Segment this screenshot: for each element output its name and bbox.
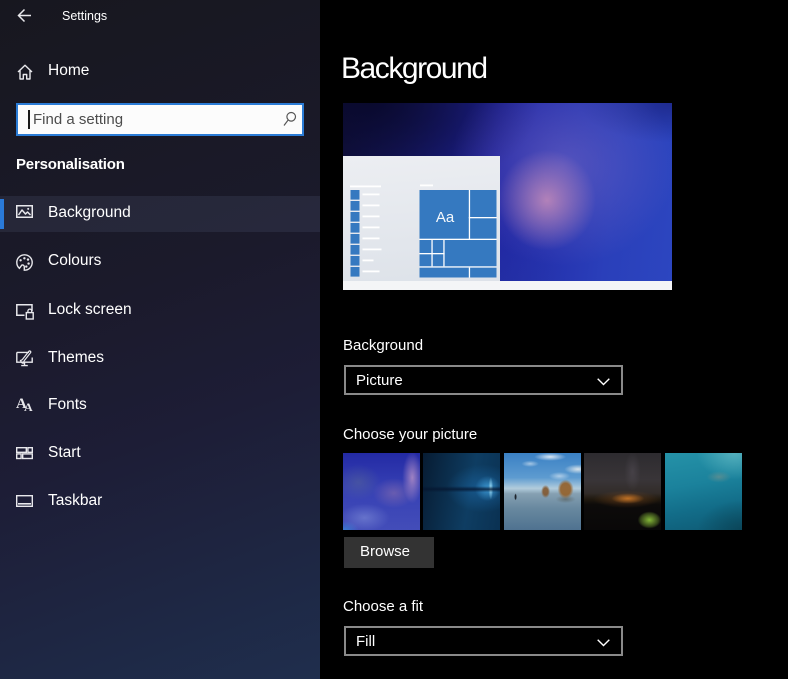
svg-text:Aa: Aa (436, 209, 455, 226)
